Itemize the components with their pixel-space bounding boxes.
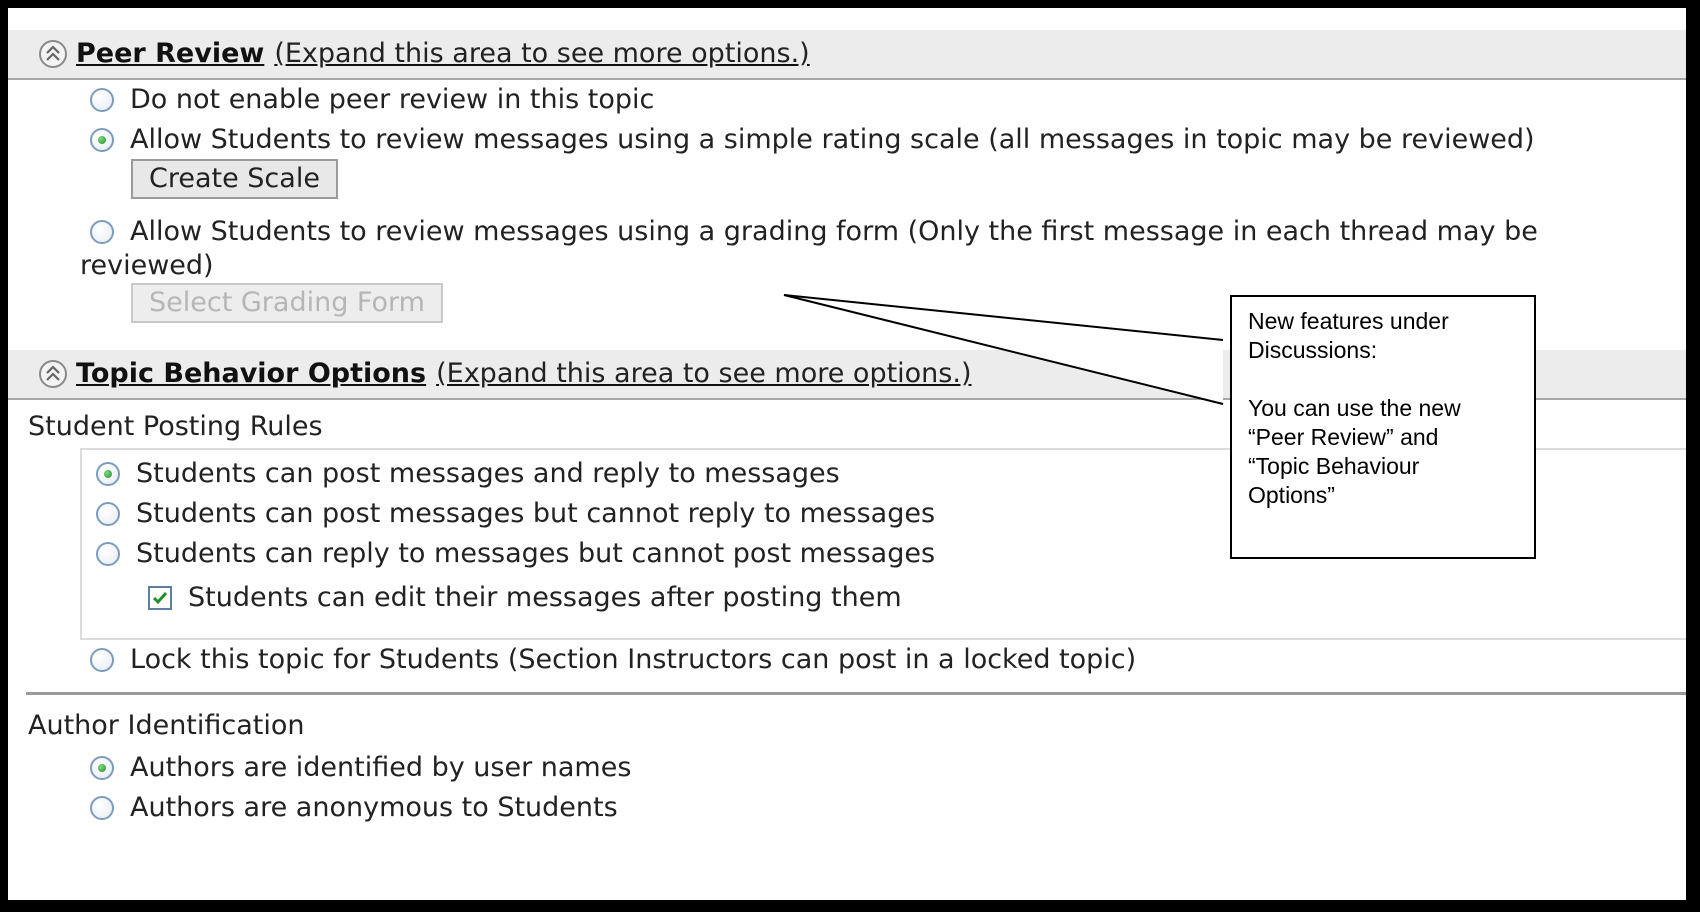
callout-box: New features under Discussions: You can … xyxy=(1230,295,1536,559)
callout-line: “Topic Behaviour xyxy=(1248,453,1420,479)
screenshot-frame: Peer Review (Expand this area to see more… xyxy=(8,8,1686,900)
callout-spacer xyxy=(1248,365,1518,394)
callout-line: You can use the new xyxy=(1248,395,1461,421)
callout-line: New features under xyxy=(1248,308,1449,334)
callout-line: “Peer Review” and xyxy=(1248,424,1439,450)
callout-line: Options” xyxy=(1248,482,1335,508)
callout-line: Discussions: xyxy=(1248,337,1378,363)
